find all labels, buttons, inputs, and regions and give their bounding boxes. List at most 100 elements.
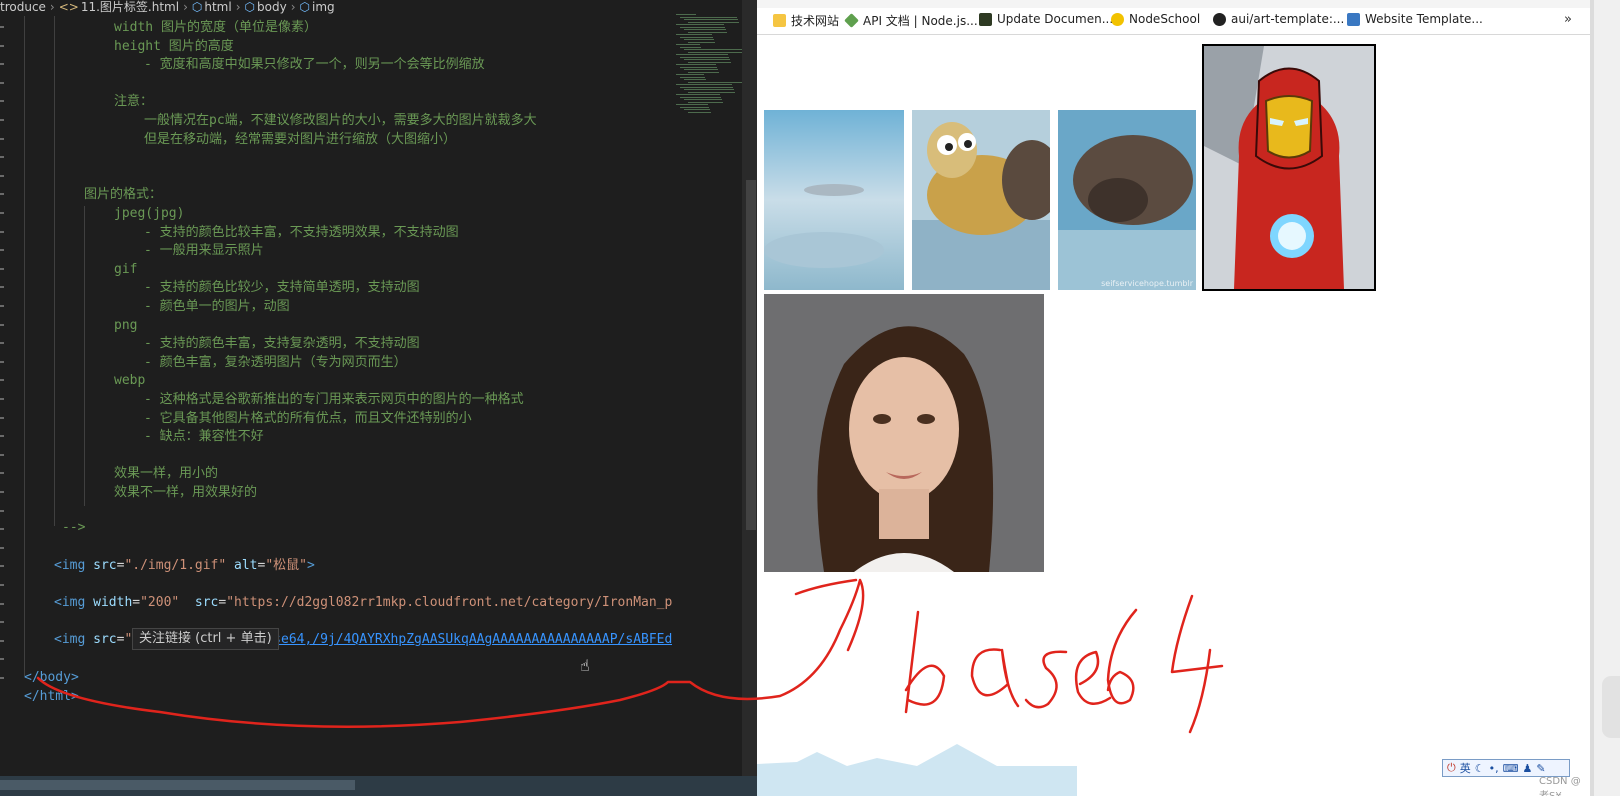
minimap-line [684,19,738,20]
minimap-line [676,104,708,105]
scrollbar-thumb[interactable] [0,780,355,790]
watermark: CSDN @老S¥ [1539,776,1581,796]
code-token: <img [54,632,86,647]
code-comment-line: - 支持的颜色丰富，支持复杂透明，不支持动图 [144,336,420,352]
bookmark-label: API 文档 | Node.js... [863,14,978,28]
photo-squirrel-nose: seifservicehope.tumblr [1058,110,1196,290]
bookmark-item[interactable]: Website Template... [1347,12,1483,26]
photo-snow-1 [764,110,904,290]
link-tooltip: 关注链接 (ctrl + 单击) [132,628,279,650]
image-portrait [764,294,1044,572]
bookmark-label: 技术网站 [791,14,840,28]
minimap-line [684,79,706,80]
code-comment-line: gif [114,261,138,277]
minimap-line [680,46,701,48]
indent-guide [54,16,55,526]
minimap-line [676,64,716,65]
code-comment-line: webp [114,373,146,389]
nodejs-icon [844,13,859,28]
breadcrumb-item-body[interactable]: body [257,0,287,14]
browser-viewport: 技术网站 API 文档 | Node.js... Update Documen.… [757,0,1590,796]
minimap-line [688,61,731,63]
user-icon[interactable]: ♟ [1522,762,1532,775]
minimap-line [676,14,696,15]
bookmark-item[interactable]: Update Documen... [979,12,1113,26]
code-token: </body> [24,670,79,685]
settings-icon[interactable]: ✎ [1536,762,1545,775]
code-editor[interactable]: troduce › <> 11.图片标签.html › ⬡ html › ⬡ body › ⬡ img … [0,0,757,796]
minimap-line [684,69,718,70]
code-token: "松鼠" [265,558,307,573]
nodejs-dark-icon [979,12,992,26]
horizontal-scrollbar[interactable] [0,776,757,796]
code-token: width [93,595,133,610]
minimap-line [688,91,735,93]
breadcrumb-item-file[interactable]: 11.图片标签.html [81,0,179,14]
code-comment-line: 注意： [114,94,154,110]
minimap-line [680,66,717,68]
image-caption: seifservicehope.tumblr [1101,279,1193,288]
breadcrumb-item-html[interactable]: html [204,0,231,14]
breadcrumb-item-img[interactable]: img [312,0,335,14]
code-token: "200" [140,595,180,610]
code-token: "./img/1.gif" [124,558,227,573]
keyboard-icon[interactable]: ⌨ [1503,762,1519,775]
code-token: src [194,595,219,610]
browser-toolbar-strip [757,0,1590,8]
browser-scrollbar[interactable] [1590,0,1594,796]
photo-woman [764,294,1044,572]
minimap-line [676,44,700,45]
minimap-line [688,41,715,43]
punctuation-icon[interactable]: •, [1489,762,1499,775]
bookmarks-bar: 技术网站 API 文档 | Node.js... Update Documen.… [757,8,1590,35]
breadcrumb-item-folder[interactable]: troduce [0,0,46,14]
bookmark-item[interactable]: aui/art-template:... [1213,12,1344,26]
ime-language-label[interactable]: 英 [1460,760,1471,776]
code-comment-line: 效果一样，用小的 [114,466,219,482]
code-token: = [132,595,141,610]
folder-icon [773,14,786,27]
bookmark-item[interactable]: NodeSchool [1111,12,1200,26]
code-area[interactable]: width 图片的宽度（单位是像素） height 图片的高度 - 宽度和高度中如果… [0,16,672,756]
code-comment-line: - 这种格式是谷歌新推出的专门用来表示网页中的图片的一种格式 [144,392,524,407]
minimap-line [680,36,713,38]
code-comment-line: png [114,317,138,333]
image-squirrel [912,110,1050,290]
code-comment-line: - 一般用来显示照片 [144,243,264,259]
minimap[interactable] [672,14,747,124]
minimap-line [676,94,720,95]
code-comment-line: 一般情况在pc端，不建议修改图片的大小，需要多大的图片就裁多大 [144,113,537,128]
minimap-line [676,24,724,25]
bookmark-label: Update Documen... [997,12,1114,26]
code-comment-line: - 颜色丰富，复杂透明图片（专为网页而生） [144,354,407,370]
minimap-line [688,71,719,73]
code-comment-line: width 图片的宽度（单位是像素） [114,20,317,35]
side-widget[interactable] [1602,676,1620,738]
chevron-right-icon: › [235,0,241,14]
nodeschool-icon [1111,12,1124,26]
photo-ironman [1202,44,1376,291]
element-icon: ⬡ [299,0,310,14]
minimap-line [684,59,730,60]
bookmark-item[interactable]: API 文档 | Node.js... [844,12,978,29]
minimap-line [688,101,723,103]
chevron-right-icon: › [183,0,188,14]
vertical-scrollbar[interactable] [746,180,756,530]
moon-icon[interactable]: ☾ [1475,762,1485,775]
code-line-html-close: </html> [24,687,79,706]
code-comment-line: 效果不一样，用效果好的 [114,485,258,500]
code-comment-line: - 支持的颜色比较丰富，不支持透明效果，不支持动图 [144,224,459,240]
minimap-line [676,84,732,85]
minimap-line [676,74,704,75]
code-line-body-close: </body> [24,668,79,687]
code-token: src [93,632,117,647]
code-token: </html> [24,689,79,704]
bookmark-label: aui/art-template:... [1231,12,1345,26]
ime-toolbar[interactable]: ⏻ 英 ☾ •, ⌨ ♟ ✎ [1442,759,1570,777]
minimap-line [680,56,729,58]
chevron-right-icon: › [49,0,55,14]
bookmarks-more-button[interactable]: » [1564,12,1572,27]
bookmark-label: NodeSchool [1129,12,1201,26]
bookmark-item[interactable]: 技术网站 [773,12,839,29]
minimap-line [688,21,739,23]
